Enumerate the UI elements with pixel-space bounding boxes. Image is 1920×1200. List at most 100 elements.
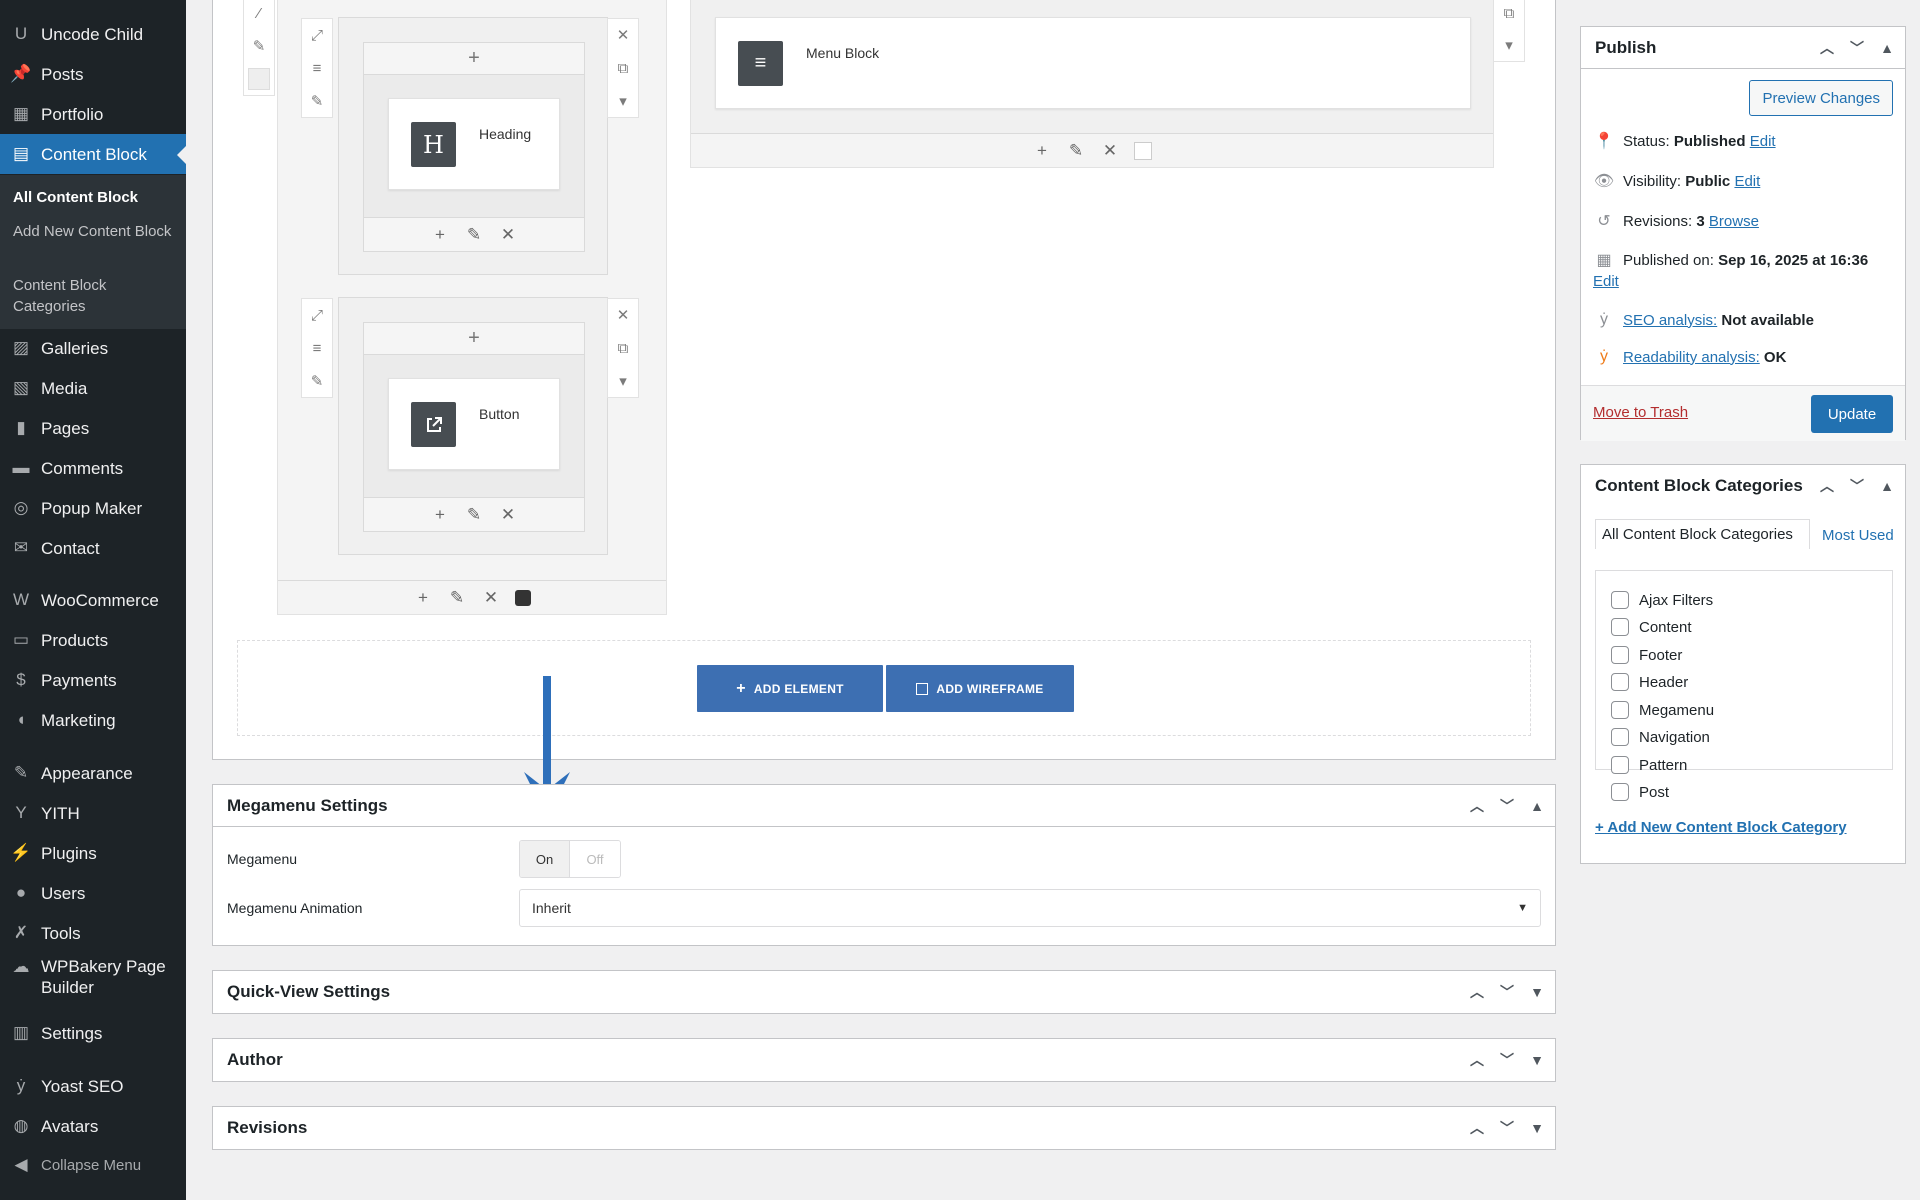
heading-element[interactable]: H Heading <box>388 98 560 190</box>
update-button[interactable]: Update <box>1811 395 1893 433</box>
sidebar-item-products[interactable]: ▭ Products <box>0 620 186 660</box>
toggle-on[interactable]: On <box>520 841 570 877</box>
sidebar-item-popup-maker[interactable]: ◎ Popup Maker <box>0 488 186 528</box>
checkbox[interactable] <box>1611 618 1629 636</box>
move-to-trash-link[interactable]: Move to Trash <box>1593 404 1688 421</box>
tab-most-used[interactable]: Most Used <box>1595 525 1895 546</box>
add-icon[interactable]: + <box>430 225 450 245</box>
magic-wand-icon[interactable]: ⁄ <box>244 0 274 30</box>
submenu-add-new-content-block[interactable]: Add New Content Block <box>13 221 178 242</box>
checkbox[interactable] <box>1611 701 1629 719</box>
sidebar-item-users[interactable]: ● Users <box>0 873 186 913</box>
checkbox[interactable] <box>1611 783 1629 801</box>
submenu-content-block-categories[interactable]: Content Block Categories <box>13 275 178 317</box>
category-item[interactable]: Header <box>1611 673 1688 691</box>
seo-analysis-link[interactable]: SEO analysis: <box>1623 312 1717 329</box>
sidebar-item-pages[interactable]: ▮ Pages <box>0 408 186 448</box>
drag-handle-icon[interactable]: ≡ <box>302 332 332 365</box>
chevron-down-icon[interactable]: ﹀ <box>1497 982 1517 1002</box>
checkbox-icon[interactable] <box>1134 141 1152 160</box>
menu-block-element[interactable]: ≡ Menu Block <box>715 17 1471 109</box>
sidebar-item-galleries[interactable]: ▨ Galleries <box>0 328 186 368</box>
category-item[interactable]: Pattern <box>1611 756 1687 774</box>
submenu-all-content-block[interactable]: All Content Block <box>13 187 178 208</box>
edit-date-link[interactable]: Edit <box>1593 273 1619 290</box>
sidebar-item-settings[interactable]: ▥ Settings <box>0 1013 186 1053</box>
sidebar-item-comments[interactable]: ▬ Comments <box>0 448 186 488</box>
toggle-panel-icon[interactable]: ▲ <box>1877 478 1897 494</box>
pencil-icon[interactable]: ✎ <box>464 225 484 245</box>
chevron-down-icon[interactable]: ﹀ <box>1847 476 1867 496</box>
category-item[interactable]: Navigation <box>1611 728 1710 746</box>
button-element[interactable]: Button <box>388 378 560 470</box>
author-header[interactable]: Author ︿ ﹀ ▼ <box>213 1039 1555 1081</box>
clone-icon[interactable]: ⧉ <box>1494 0 1524 29</box>
add-icon[interactable]: + <box>1032 141 1052 161</box>
collapse-menu-button[interactable]: ◀ Collapse Menu <box>0 1145 186 1185</box>
checkbox[interactable] <box>1611 646 1629 664</box>
pencil-icon[interactable]: ✎ <box>447 588 467 608</box>
clone-icon[interactable]: ⧉ <box>608 332 638 365</box>
chevron-down-icon[interactable]: ▾ <box>1494 29 1524 61</box>
drag-handle-icon[interactable]: ≡ <box>302 52 332 85</box>
checkbox[interactable] <box>1611 728 1629 746</box>
sidebar-item-contact[interactable]: ✉ Contact <box>0 528 186 568</box>
preview-changes-button[interactable]: Preview Changes <box>1749 80 1893 116</box>
add-icon[interactable]: + <box>413 588 433 608</box>
sidebar-item-posts[interactable]: 📌 Posts <box>0 54 186 94</box>
readability-analysis-link[interactable]: Readability analysis: <box>1623 349 1760 366</box>
toggle-panel-icon[interactable]: ▼ <box>1527 1052 1547 1068</box>
toggle-panel-icon[interactable]: ▲ <box>1877 40 1897 56</box>
sidebar-item-payments[interactable]: $ Payments <box>0 660 186 700</box>
megamenu-toggle[interactable]: On Off <box>519 840 621 878</box>
chevron-up-icon[interactable]: ︿ <box>1467 1118 1487 1138</box>
add-icon[interactable]: + <box>430 505 450 525</box>
chevron-up-icon[interactable]: ︿ <box>1817 476 1837 496</box>
close-icon[interactable]: ✕ <box>498 505 518 525</box>
toggle-panel-icon[interactable]: ▼ <box>1527 1120 1547 1136</box>
pencil-icon[interactable]: ✎ <box>244 30 274 63</box>
revisions-box[interactable]: Revisions ︿ ﹀ ▼ <box>212 1106 1556 1150</box>
edit-visibility-link[interactable]: Edit <box>1734 173 1760 190</box>
megamenu-animation-select[interactable]: Inherit ▼ <box>519 889 1541 927</box>
add-element-top[interactable]: + <box>364 323 584 355</box>
category-item[interactable]: Footer <box>1611 646 1682 664</box>
chevron-down-icon[interactable]: ﹀ <box>1497 1050 1517 1070</box>
sidebar-item-tools[interactable]: ✗ Tools <box>0 913 186 953</box>
clone-icon[interactable]: ⧉ <box>608 52 638 85</box>
chevron-down-icon[interactable]: ﹀ <box>1847 38 1867 58</box>
category-item[interactable]: Content <box>1611 618 1692 636</box>
pencil-icon[interactable]: ✎ <box>1066 141 1086 161</box>
chevron-down-icon[interactable]: ﹀ <box>1497 796 1517 816</box>
expand-icon[interactable]: ⤢ <box>302 19 332 52</box>
chevron-up-icon[interactable]: ︿ <box>1467 1050 1487 1070</box>
sidebar-item-avatars[interactable]: ◍ Avatars <box>0 1106 186 1146</box>
category-item[interactable]: Post <box>1611 783 1669 801</box>
sidebar-item-media[interactable]: ▧ Media <box>0 368 186 408</box>
pencil-icon[interactable]: ✎ <box>302 84 332 117</box>
add-wireframe-button[interactable]: ADD WIREFRAME <box>886 665 1074 712</box>
chevron-up-icon[interactable]: ︿ <box>1467 982 1487 1002</box>
expand-icon[interactable]: ⤢ <box>302 299 332 332</box>
toggle-panel-icon[interactable]: ▲ <box>1527 798 1547 814</box>
sidebar-item-woocommerce[interactable]: W WooCommerce <box>0 580 186 620</box>
sidebar-item-yith[interactable]: Y YITH <box>0 793 186 833</box>
category-item[interactable]: Megamenu <box>1611 701 1714 719</box>
checkbox[interactable] <box>1611 591 1629 609</box>
checkbox[interactable] <box>1611 756 1629 774</box>
browse-revisions-link[interactable]: Browse <box>1709 213 1759 230</box>
sidebar-item-yoast-seo[interactable]: ẏ Yoast SEO <box>0 1066 186 1106</box>
sidebar-item-marketing[interactable]: ◖ Marketing <box>0 700 186 740</box>
close-icon[interactable]: ✕ <box>608 19 638 52</box>
revisions-header[interactable]: Revisions ︿ ﹀ ▼ <box>213 1107 1555 1149</box>
square-icon[interactable] <box>244 62 274 95</box>
sidebar-item-plugins[interactable]: ⚡ Plugins <box>0 833 186 873</box>
chevron-down-icon[interactable]: ▾ <box>608 84 638 117</box>
close-icon[interactable]: ✕ <box>498 225 518 245</box>
edit-status-link[interactable]: Edit <box>1750 133 1776 150</box>
close-icon[interactable]: ✕ <box>1100 141 1120 161</box>
toggle-off[interactable]: Off <box>570 841 620 877</box>
add-element-top[interactable]: + <box>364 43 584 75</box>
close-icon[interactable]: ✕ <box>481 588 501 608</box>
close-icon[interactable]: ✕ <box>608 299 638 332</box>
